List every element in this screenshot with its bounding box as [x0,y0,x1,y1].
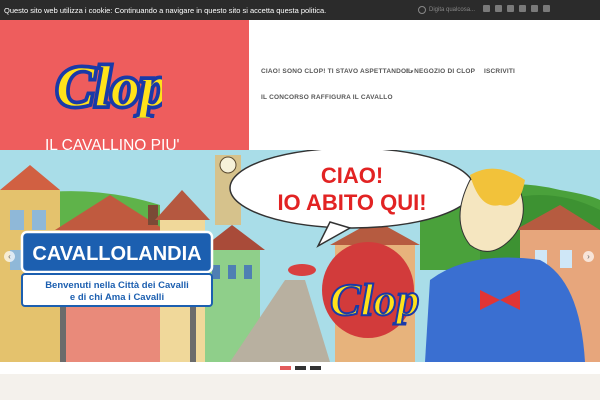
sign-title: CAVALLOLANDIA [32,243,201,265]
instagram-icon[interactable] [507,5,514,12]
slider-pagination [0,362,600,374]
chevron-left-icon[interactable]: ‹ [4,251,15,262]
nav-item-iscriviti[interactable]: ISCRIVITI [484,68,515,75]
nav-item-ciao[interactable]: CIAO! SONO CLOP! TI STAVO ASPETTANDO! ▾ [261,68,413,75]
sign-subtitle-1: Benvenuti nella Città dei Cavalli [45,280,189,291]
rss-icon[interactable] [531,5,538,12]
search-icon [418,5,426,14]
nav-item-concorso[interactable]: IL CONCORSO RAFFIGURA IL CAVALLO [261,94,393,101]
facebook-icon[interactable] [483,5,490,12]
slider-dot-2[interactable] [295,366,306,370]
bubble-line-2: IO ABITO QUI! [277,190,426,215]
hero-slider[interactable]: CIAO! IO ABITO QUI! CAVALLOLANDIA Benven… [0,150,600,362]
hero-text-layer: CIAO! IO ABITO QUI! CAVALLOLANDIA Benven… [32,163,426,326]
hero-logo: Clop [330,274,419,325]
main-nav: CIAO! SONO CLOP! TI STAVO ASPETTANDO! ▾ … [249,20,600,150]
search-field[interactable]: Digita qualcosa... [418,3,478,16]
brand-panel: Clop Clop IL CAVALLINO PIU' SIMPATICO DE… [0,20,249,172]
pinterest-icon[interactable] [543,5,550,12]
twitter-icon[interactable] [495,5,502,12]
cookie-message: Questo sito web utilizza i cookie: Conti… [4,5,327,15]
search-placeholder[interactable]: Digita qualcosa... [429,7,475,13]
youtube-icon[interactable] [519,5,526,12]
nav-item-label: CIAO! SONO CLOP! TI STAVO ASPETTANDO! [261,68,409,75]
social-links [483,5,550,12]
clop-logo[interactable]: Clop Clop [52,48,162,118]
svg-text:Clop: Clop [56,54,162,118]
sign-subtitle-2: e di chi Ama i Cavalli [70,292,164,303]
nav-item-negozio[interactable]: IL NEGOZIO DI CLOP [406,68,475,75]
bubble-line-1: CIAO! [321,163,383,188]
content-band [0,374,600,400]
slider-dot-3[interactable] [310,366,321,370]
slider-dot-1[interactable] [280,366,291,370]
chevron-right-icon[interactable]: › [583,251,594,262]
